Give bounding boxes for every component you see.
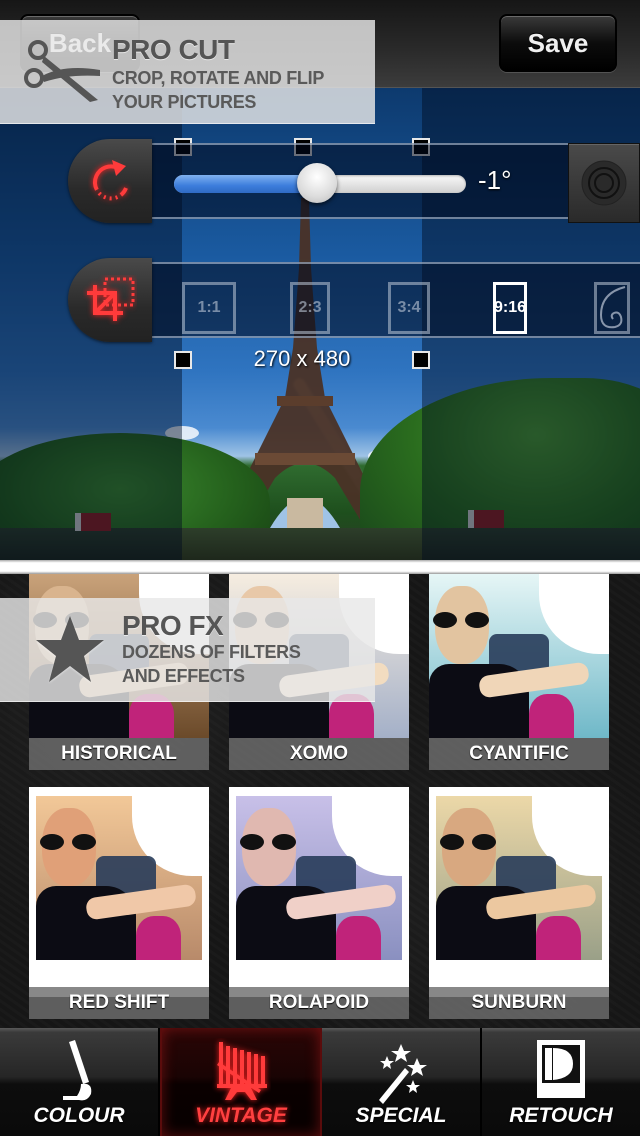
vintage-filter-icon bbox=[217, 1042, 267, 1100]
rotate-icon bbox=[93, 160, 128, 201]
promo-cut-line1: CROP, ROTATE AND FLIP bbox=[112, 68, 325, 88]
promo-pro-cut: PRO CUT CROP, ROTATE AND FLIP YOUR PICTU… bbox=[0, 20, 375, 124]
filter-thumbnail[interactable]: ROLAPOID bbox=[229, 787, 409, 1019]
ratio-golden[interactable] bbox=[594, 282, 630, 334]
preview-scene bbox=[429, 574, 609, 738]
rotation-slider-fill bbox=[174, 175, 318, 193]
promo-pro-fx: PRO FX DOZENS OF FILTERS AND EFFECTS bbox=[0, 598, 375, 702]
passenger bbox=[336, 916, 381, 960]
crop-toolbar: 1:1 2:3 3:4 9:16 bbox=[68, 258, 640, 342]
sunglasses bbox=[240, 834, 298, 852]
tab-label: RETOUCH bbox=[509, 1104, 613, 1127]
tab-colour[interactable]: COLOUR bbox=[0, 1028, 160, 1136]
crop-icon bbox=[87, 277, 135, 321]
sunglasses bbox=[40, 834, 98, 852]
promo-cut-title: PRO CUT bbox=[112, 34, 235, 65]
sunglasses bbox=[433, 612, 491, 630]
star-icon bbox=[36, 616, 104, 682]
tab-vintage[interactable]: VINTAGE bbox=[160, 1028, 322, 1136]
filter-label: CYANTIFIC bbox=[429, 738, 609, 770]
crop-button[interactable] bbox=[68, 258, 152, 342]
tab-retouch[interactable]: RETOUCH bbox=[482, 1028, 640, 1136]
flip-button[interactable] bbox=[568, 143, 640, 223]
preview-scene bbox=[236, 796, 402, 960]
preview-scene bbox=[36, 796, 202, 960]
rotation-slider-thumb[interactable] bbox=[297, 163, 338, 203]
promo-cut-line2: YOUR PICTURES bbox=[112, 92, 257, 112]
filter-label: SUNBURN bbox=[429, 987, 609, 1019]
tab-special[interactable]: SPECIAL bbox=[322, 1028, 482, 1136]
flip-icon bbox=[581, 160, 627, 206]
filter-thumbnail[interactable]: RED SHIFT bbox=[29, 787, 209, 1019]
passenger bbox=[529, 694, 574, 738]
bottom-tab-bar: COLOUR VINTAGE SPECIAL RETOUCH bbox=[0, 1028, 640, 1136]
filter-label: HISTORICAL bbox=[29, 738, 209, 770]
ratio-3-4[interactable]: 3:4 bbox=[388, 282, 430, 334]
tab-label: SPECIAL bbox=[355, 1104, 447, 1127]
promo-fx-line2: AND EFFECTS bbox=[122, 666, 245, 686]
filter-thumbnail[interactable]: SUNBURN bbox=[429, 787, 609, 1019]
scissors-icon bbox=[24, 40, 100, 102]
section-separator bbox=[0, 560, 640, 574]
crop-size-text: 270 x 480 bbox=[253, 346, 351, 371]
promo-fx-title: PRO FX bbox=[122, 610, 224, 641]
filter-label: XOMO bbox=[229, 738, 409, 770]
rotate-button[interactable] bbox=[68, 139, 152, 223]
passenger bbox=[536, 916, 581, 960]
ratio-9-16[interactable]: 9:16 bbox=[493, 282, 527, 334]
filter-label: RED SHIFT bbox=[29, 987, 209, 1019]
ratio-2-3[interactable]: 2:3 bbox=[290, 282, 330, 334]
golden-spiral-icon bbox=[599, 286, 626, 329]
ratio-1-1[interactable]: 1:1 bbox=[182, 282, 236, 334]
preview-scene bbox=[436, 796, 602, 960]
filter-label: ROLAPOID bbox=[229, 987, 409, 1019]
rotation-angle-label: -1° bbox=[478, 165, 512, 195]
filter-preview-image bbox=[36, 796, 202, 960]
retouch-icon bbox=[537, 1040, 585, 1098]
filter-thumbnail[interactable]: CYANTIFIC bbox=[429, 574, 609, 784]
rotation-slider[interactable] bbox=[174, 163, 466, 203]
rotate-toolbar: -1° bbox=[68, 139, 640, 223]
paintbrush-icon bbox=[63, 1040, 92, 1101]
tab-label: VINTAGE bbox=[195, 1104, 287, 1127]
promo-fx-line1: DOZENS OF FILTERS bbox=[122, 642, 301, 662]
passenger bbox=[136, 916, 181, 960]
filter-preview-image bbox=[236, 796, 402, 960]
crop-size-label: 270 x 480 bbox=[0, 346, 640, 372]
filter-preview-image bbox=[429, 574, 609, 738]
tab-label: COLOUR bbox=[33, 1104, 125, 1127]
sunglasses bbox=[440, 834, 498, 852]
filter-preview-image bbox=[436, 796, 602, 960]
magic-wand-icon bbox=[379, 1044, 427, 1104]
car-window bbox=[539, 574, 609, 654]
save-button[interactable]: Save bbox=[499, 14, 617, 72]
